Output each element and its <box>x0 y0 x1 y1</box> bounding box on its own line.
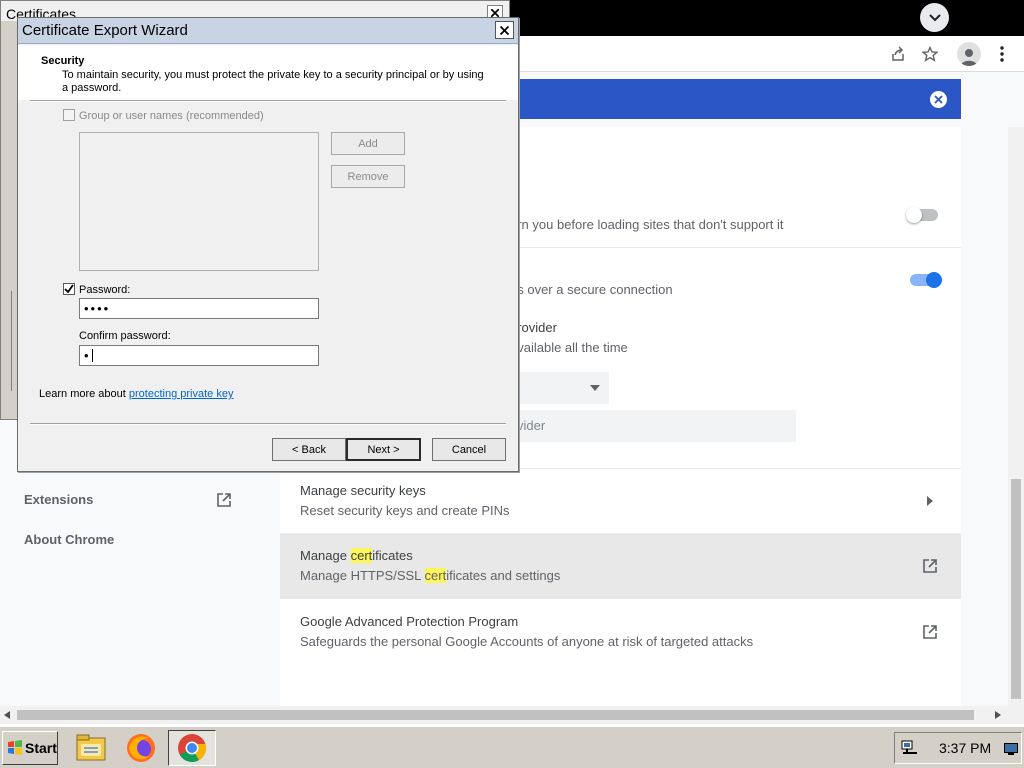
learn-more-text: Learn more about protecting private key <box>39 388 234 400</box>
https-warning-toggle[interactable] <box>906 207 938 223</box>
firefox-icon <box>127 734 155 762</box>
close-icon <box>934 95 943 104</box>
search-clear-button[interactable] <box>930 91 947 108</box>
scroll-right-icon[interactable] <box>995 711 1001 719</box>
open-in-new-icon[interactable] <box>216 492 232 508</box>
dropdown-arrow-icon <box>590 385 600 391</box>
network-icon[interactable] <box>901 740 917 756</box>
start-label: Start <box>25 740 57 756</box>
manage-security-keys-row[interactable]: Manage security keys Reset security keys… <box>280 469 961 534</box>
vertical-scrollbar-thumb[interactable] <box>1011 479 1021 699</box>
open-in-new-icon <box>923 559 937 573</box>
custom-dns-provider-placeholder: vider <box>517 418 546 433</box>
start-button[interactable]: Start <box>2 731 58 765</box>
chrome-menu-kebab[interactable] <box>990 42 1014 66</box>
share-icon <box>892 46 904 61</box>
chrome-menu-button[interactable] <box>920 3 949 32</box>
next-button[interactable]: Next > <box>346 438 421 461</box>
wizard-footer-divider <box>30 423 506 425</box>
taskbar-chrome[interactable] <box>168 730 216 766</box>
sidebar-item-label: About Chrome <box>24 532 115 547</box>
protecting-private-key-link[interactable]: protecting private key <box>129 388 234 400</box>
search-highlight: cert <box>350 548 373 563</box>
search-highlight: cert <box>424 568 447 583</box>
sidebar-item-label: Extensions <box>24 492 94 507</box>
advanced-protection-row[interactable]: Google Advanced Protection Program Safeg… <box>280 600 961 665</box>
secure-dns-toggle[interactable] <box>910 272 942 288</box>
bookmark-button[interactable] <box>918 42 942 66</box>
password-field[interactable]: •••• <box>79 298 319 319</box>
back-button[interactable]: < Back <box>272 438 346 461</box>
profile-button[interactable] <box>957 42 981 66</box>
group-names-listbox <box>79 132 319 271</box>
more-vert-icon <box>1000 46 1004 62</box>
certificates-pane-edge <box>11 291 14 391</box>
horizontal-scrollbar-thumb[interactable] <box>17 710 974 720</box>
remove-button: Remove <box>331 165 405 188</box>
custom-dns-provider-input[interactable]: vider <box>510 410 796 442</box>
close-icon <box>500 25 509 35</box>
dns-provider-description: available all the time <box>510 340 628 355</box>
scroll-left-icon[interactable] <box>4 711 10 719</box>
group-names-label: Group or user names (recommended) <box>79 110 264 122</box>
advanced-protection-desc: Safeguards the personal Google Accounts … <box>300 634 754 649</box>
taskbar-file-explorer[interactable] <box>67 730 115 766</box>
manage-security-keys-title: Manage security keys <box>300 483 426 498</box>
advanced-protection-title: Google Advanced Protection Program <box>300 614 519 629</box>
wizard-description: To maintain security, you must protect t… <box>62 69 484 94</box>
manage-certificates-desc: Manage HTTPS/SSL certificates and settin… <box>300 568 561 583</box>
taskbar: Start 3:37 PM <box>0 726 1024 768</box>
cancel-button[interactable]: Cancel <box>432 438 506 461</box>
show-desktop-icon[interactable] <box>1004 743 1018 755</box>
vertical-scrollbar[interactable] <box>1008 127 1024 706</box>
chevron-down-icon <box>928 13 941 21</box>
file-explorer-icon <box>76 734 106 761</box>
wizard-header: Security To maintain security, you must … <box>18 45 518 100</box>
system-tray: 3:37 PM <box>894 732 1022 764</box>
manage-certificates-title: Manage certificates <box>300 548 413 563</box>
wizard-divider <box>30 100 506 102</box>
horizontal-scrollbar[interactable] <box>0 706 1024 724</box>
windows-logo-icon <box>8 740 22 755</box>
password-checkbox[interactable] <box>63 283 75 295</box>
chevron-right-icon <box>927 496 933 506</box>
wizard-title: Certificate Export Wizard <box>22 22 188 39</box>
wizard-heading: Security <box>41 55 85 67</box>
close-icon <box>491 9 499 17</box>
clock[interactable]: 3:37 PM <box>939 740 991 756</box>
profile-icon <box>957 42 981 66</box>
sidebar-item-extensions[interactable]: Extensions <box>24 492 93 507</box>
share-button[interactable] <box>886 42 910 66</box>
chrome-icon <box>178 734 207 762</box>
star-icon <box>922 46 938 62</box>
certificate-export-wizard: Certificate Export Wizard Security To ma… <box>17 17 519 472</box>
checkmark-icon <box>64 284 74 294</box>
confirm-password-label: Confirm password: <box>79 330 171 342</box>
sidebar-item-about-chrome[interactable]: About Chrome <box>24 532 114 547</box>
dns-provider-select[interactable] <box>510 372 609 404</box>
password-label: Password: <box>79 284 131 296</box>
open-in-new-icon <box>923 625 937 639</box>
group-names-checkbox <box>63 109 75 121</box>
manage-certificates-row[interactable]: Manage certificates Manage HTTPS/SSL cer… <box>280 534 961 599</box>
add-button: Add <box>331 132 405 155</box>
wizard-close-button[interactable] <box>495 21 514 39</box>
taskbar-firefox[interactable] <box>117 730 165 766</box>
https-warning-description: arn you before loading sites that don't … <box>510 217 784 232</box>
confirm-password-field[interactable]: • <box>79 345 319 366</box>
secure-dns-description: es over a secure connection <box>510 282 673 297</box>
wizard-titlebar: Certificate Export Wizard <box>18 18 518 44</box>
manage-security-keys-desc: Reset security keys and create PINs <box>300 503 510 518</box>
